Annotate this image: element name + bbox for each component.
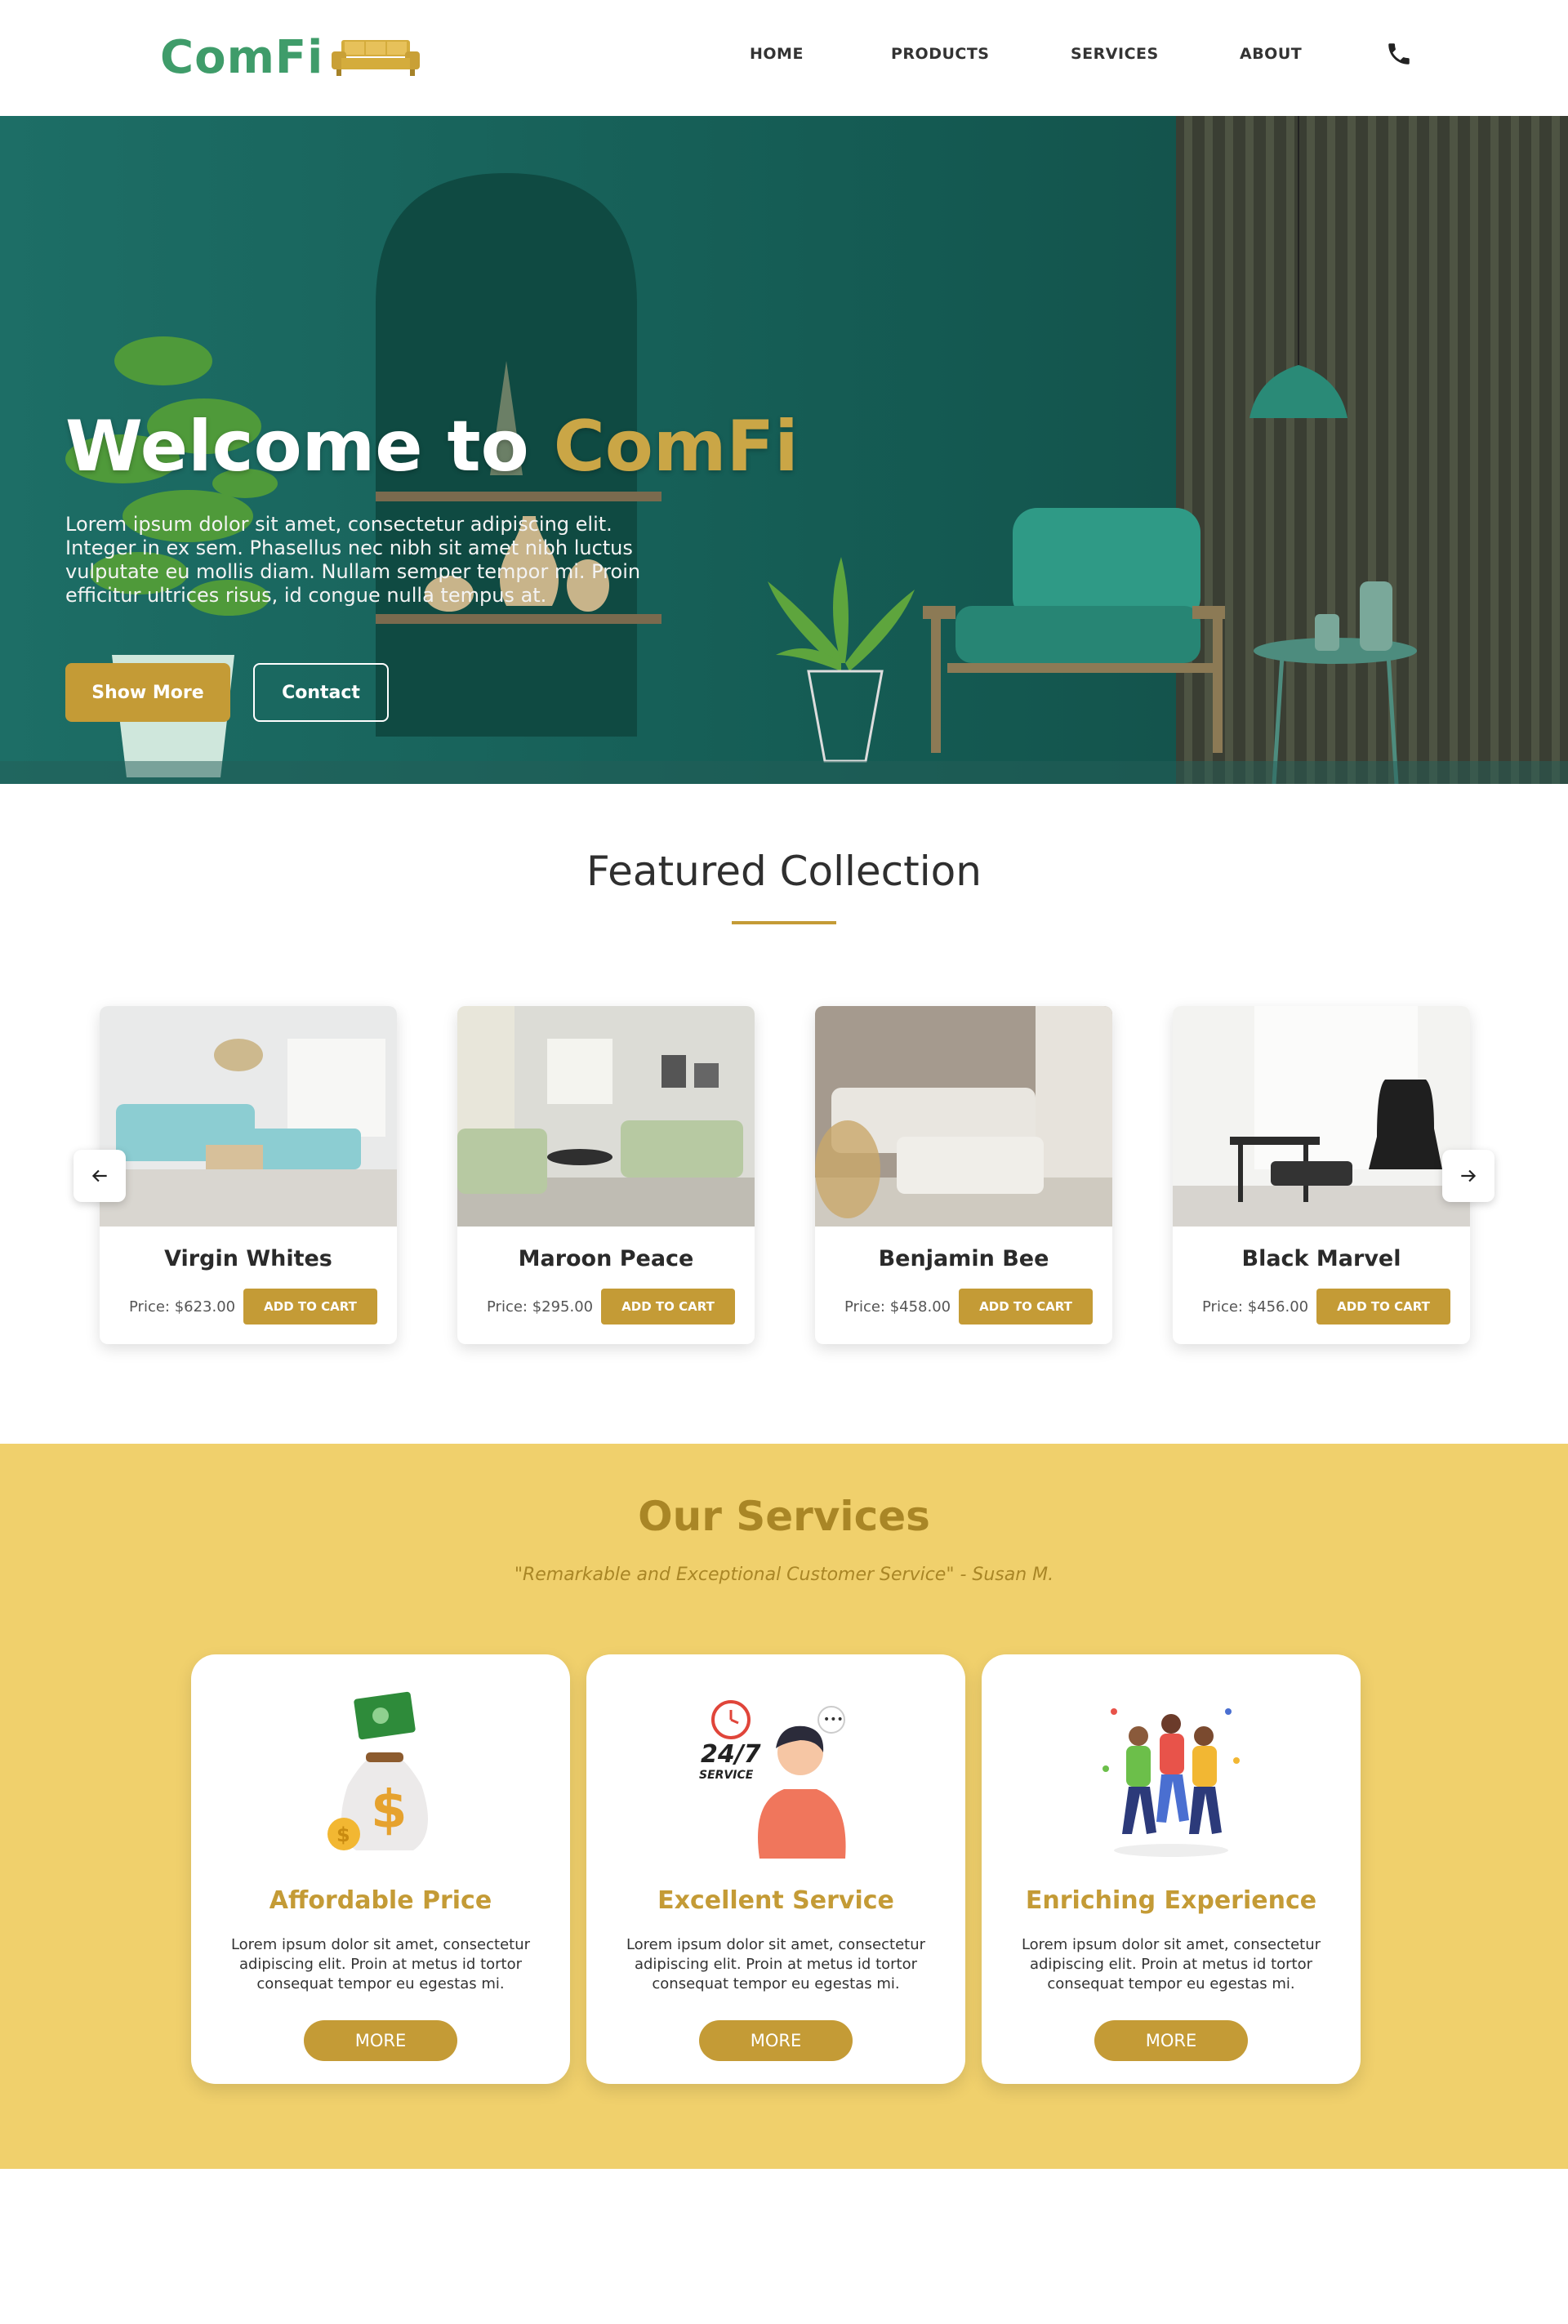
hero-banner: Welcome to ComFi Lorem ipsum dolor sit a… [0, 116, 1568, 784]
product-card[interactable]: Maroon Peace Price: $295.00 ADD TO CART [457, 1006, 755, 1344]
service-text: Lorem ipsum dolor sit amet, consectetur … [1021, 1936, 1321, 1992]
more-button[interactable]: MORE [699, 2020, 853, 2061]
arrow-left-icon [91, 1169, 107, 1182]
featured-title: Featured Collection [586, 848, 982, 895]
product-image [1173, 1006, 1470, 1227]
service-card: $ $ Affordable Price Lorem ipsum dolor s… [191, 1654, 570, 2084]
add-to-cart-button[interactable]: ADD TO CART [243, 1289, 377, 1325]
carousel-prev-button[interactable] [74, 1150, 126, 1202]
add-to-cart-button[interactable]: ADD TO CART [601, 1289, 735, 1325]
service-badge-top: 24/7 [701, 1740, 761, 1769]
nav-home[interactable]: HOME [750, 45, 804, 63]
services-section: Our Services "Remarkable and Exceptional… [0, 1444, 1568, 2169]
hero-title-brand: ComFi [553, 406, 799, 488]
carousel-next-button[interactable] [1442, 1150, 1494, 1202]
product-price: Price: $295.00 [487, 1298, 594, 1316]
product-card[interactable]: Black Marvel Price: $456.00 ADD TO CART [1173, 1006, 1470, 1344]
hero-title-prefix: Welcome to [65, 406, 554, 488]
add-to-cart-button[interactable]: ADD TO CART [1316, 1289, 1450, 1325]
product-name: Benjamin Bee [878, 1246, 1049, 1271]
title-underline [732, 921, 836, 924]
contact-button[interactable]: Contact [253, 663, 389, 722]
service-title: Affordable Price [269, 1886, 492, 1915]
phone-icon[interactable] [1385, 39, 1413, 69]
product-image [457, 1006, 755, 1227]
nav-services[interactable]: SERVICES [1071, 45, 1159, 63]
service-card: Enriching Experience Lorem ipsum dolor s… [982, 1654, 1361, 2084]
main-menu: HOME PRODUCTS SERVICES ABOUT [0, 45, 1568, 69]
service-title: Enriching Experience [1025, 1886, 1317, 1915]
product-price: Price: $623.00 [129, 1298, 236, 1316]
service-text: Lorem ipsum dolor sit amet, consectetur … [230, 1936, 531, 1992]
support-agent-icon: 24/7 SERVICE ••• [699, 1700, 846, 1859]
product-name: Maroon Peace [518, 1246, 694, 1271]
product-name: Virgin Whites [164, 1246, 332, 1271]
service-badge-bottom: SERVICE [699, 1769, 754, 1782]
nav-about[interactable]: ABOUT [1240, 45, 1302, 63]
celebrating-people-icon [1102, 1708, 1240, 1857]
product-price: Price: $456.00 [1202, 1298, 1309, 1316]
product-card[interactable]: Benjamin Bee Price: $458.00 ADD TO CART [815, 1006, 1112, 1344]
more-button[interactable]: MORE [1094, 2020, 1248, 2061]
service-card: 24/7 SERVICE ••• Excellent Service Lorem… [586, 1654, 965, 2084]
product-image [815, 1006, 1112, 1227]
product-name: Black Marvel [1241, 1246, 1401, 1271]
svg-text:$: $ [336, 1823, 350, 1846]
services-quote: "Remarkable and Exceptional Customer Ser… [514, 1565, 1054, 1585]
svg-text:•••: ••• [823, 1713, 844, 1726]
hero-description: Lorem ipsum dolor sit amet, consectetur … [65, 513, 641, 607]
product-price: Price: $458.00 [844, 1298, 951, 1316]
arrow-right-icon [1461, 1169, 1477, 1182]
product-card[interactable]: Virgin Whites Price: $623.00 ADD TO CART [100, 1006, 397, 1344]
more-button[interactable]: MORE [304, 2020, 457, 2061]
hero-title: Welcome to ComFi [65, 406, 799, 488]
add-to-cart-button[interactable]: ADD TO CART [959, 1289, 1093, 1325]
service-title: Excellent Service [657, 1886, 894, 1915]
navbar: ComFi HOME PRODUCTS SERVICES ABOUT [0, 0, 1568, 116]
show-more-button[interactable]: Show More [65, 663, 230, 722]
services-title: Our Services [638, 1493, 930, 1540]
nav-products[interactable]: PRODUCTS [891, 45, 990, 63]
product-image [100, 1006, 397, 1227]
money-bag-icon: $ $ [327, 1691, 428, 1850]
service-text: Lorem ipsum dolor sit amet, consectetur … [626, 1936, 926, 1992]
svg-text:$: $ [371, 1780, 408, 1841]
